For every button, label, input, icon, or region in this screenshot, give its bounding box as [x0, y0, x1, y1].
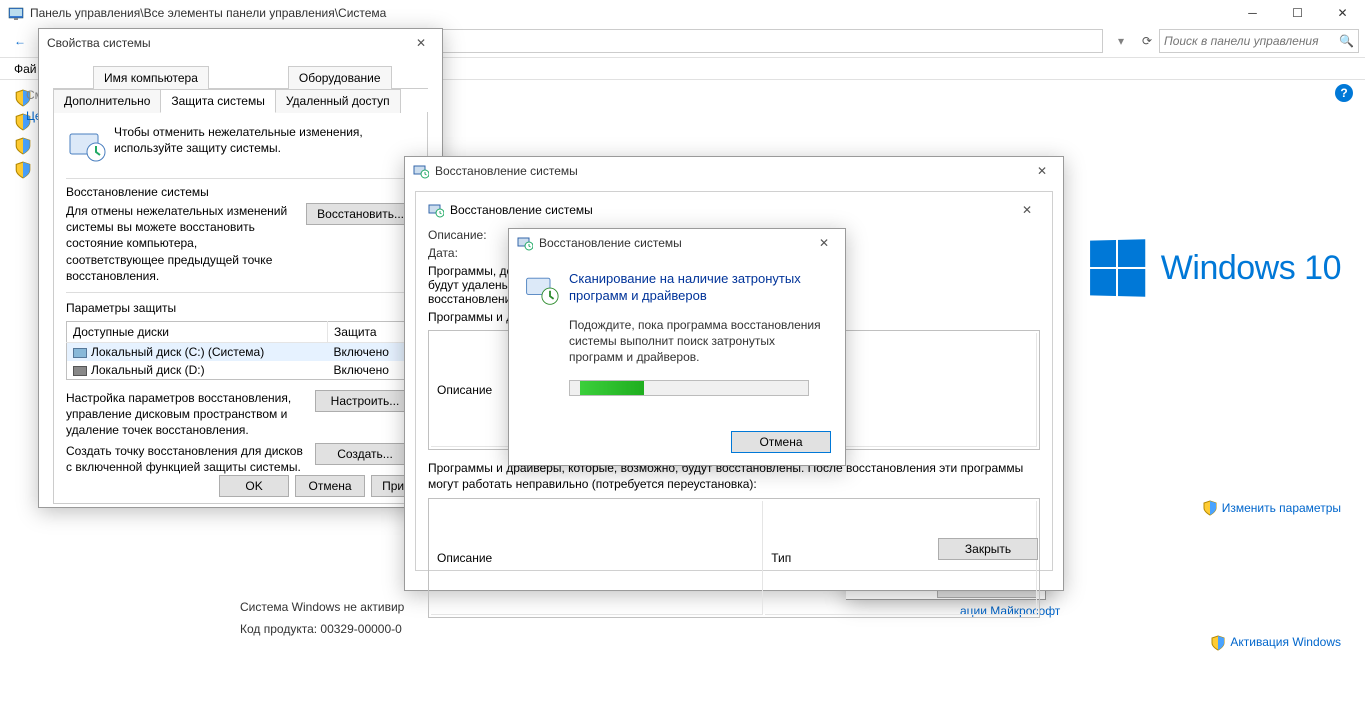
- product-id-text: Код продукта: 00329-00000-0: [240, 622, 404, 636]
- maximize-button[interactable]: ☐: [1275, 0, 1320, 25]
- window-title: Панель управления\Все элементы панели уп…: [30, 6, 1357, 20]
- windows10-logo: Windows 10: [1089, 240, 1341, 296]
- restore-desc: Для отмены нежелательных изменений систе…: [66, 203, 306, 284]
- disks-table[interactable]: Доступные диски Защита Локальный диск (C…: [66, 321, 415, 380]
- dialog-title: Восстановление системы: [435, 164, 1029, 178]
- dialog-buttons: OK Отмена Приме: [219, 475, 430, 497]
- cancel-button[interactable]: Отмена: [731, 431, 831, 453]
- shield-icon: [1202, 500, 1218, 516]
- disk-row[interactable]: Локальный диск (D:) Включено: [67, 361, 415, 380]
- close-icon[interactable]: ✕: [1029, 161, 1055, 181]
- close-button[interactable]: Закрыть: [938, 538, 1038, 560]
- tabs-row2: Дополнительно Защита системы Удаленный д…: [53, 88, 428, 112]
- col-disks[interactable]: Доступные диски: [67, 321, 328, 342]
- scanning-dialog: Восстановление системы ✕ Сканирование на…: [508, 228, 846, 466]
- window-controls: ─ ☐ ✕: [1230, 0, 1365, 25]
- titlebar: Панель управления\Все элементы панели уп…: [0, 0, 1365, 25]
- shield-icon: [14, 137, 32, 155]
- col-description[interactable]: Описание: [431, 501, 763, 615]
- tab-system-protection[interactable]: Защита системы: [160, 89, 275, 113]
- close-button[interactable]: ✕: [1320, 0, 1365, 25]
- minimize-button[interactable]: ─: [1230, 0, 1275, 25]
- activation-link-row: Активация Windows: [1210, 635, 1341, 654]
- back-button[interactable]: ←: [6, 27, 34, 55]
- refresh-button[interactable]: ⟳: [1135, 29, 1159, 53]
- tab-body: Чтобы отменить нежелательные изменения, …: [53, 112, 428, 504]
- scan-heading: Сканирование на наличие затронутых прогр…: [569, 271, 831, 305]
- configure-button[interactable]: Настроить...: [315, 390, 415, 412]
- close-icon[interactable]: ✕: [408, 33, 434, 53]
- restore-button[interactable]: Восстановить...: [306, 203, 415, 225]
- activation-area: Система Windows не активир Код продукта:…: [240, 600, 404, 644]
- dialog-titlebar[interactable]: Свойства системы ✕: [39, 29, 442, 57]
- create-desc: Создать точку восстановления для дисков …: [66, 443, 315, 475]
- help-icon[interactable]: ?: [1335, 84, 1353, 102]
- hint-text: Чтобы отменить нежелательные изменения, …: [114, 124, 415, 156]
- search-input[interactable]: [1164, 34, 1339, 48]
- disk-status: Включено: [328, 361, 415, 380]
- scan-description: Подождите, пока программа восстановления…: [569, 317, 831, 366]
- search-box[interactable]: 🔍: [1159, 29, 1359, 53]
- search-icon: 🔍: [1339, 34, 1354, 48]
- not-activated-text: Система Windows не активир: [240, 600, 404, 614]
- ok-button[interactable]: OK: [219, 475, 289, 497]
- dialog-title: Свойства системы: [47, 36, 408, 50]
- dialog-title: Восстановление системы: [539, 236, 811, 250]
- control-panel-icon: [8, 5, 24, 21]
- disk-row[interactable]: Локальный диск (C:) (Система) Включено: [67, 342, 415, 361]
- col-protection[interactable]: Защита: [328, 321, 415, 342]
- disk-name: Локальный диск (C:) (Система): [91, 345, 264, 359]
- tab-remote-access[interactable]: Удаленный доступ: [275, 89, 401, 113]
- protection-params-header: Параметры защиты: [66, 301, 415, 315]
- dialog-titlebar[interactable]: Восстановление системы ✕: [509, 229, 845, 257]
- close-icon[interactable]: ✕: [1014, 200, 1040, 220]
- inner-title-row: Восстановление системы ✕: [428, 200, 1040, 220]
- close-icon[interactable]: ✕: [811, 233, 837, 253]
- shield-icon: [14, 161, 32, 179]
- right-links: Изменить параметры: [1202, 500, 1341, 522]
- restore-section-header: Восстановление системы: [66, 185, 415, 199]
- addr-dropdown-button[interactable]: ▾: [1107, 27, 1135, 55]
- restore-icon: [413, 163, 429, 179]
- change-settings-label: Изменить параметры: [1222, 501, 1341, 515]
- configure-desc: Настройка параметров восстановления, упр…: [66, 390, 315, 439]
- desc-label: Описание:: [428, 228, 487, 242]
- tab-additional[interactable]: Дополнительно: [53, 89, 161, 113]
- tab-hardware[interactable]: Оборудование: [288, 66, 392, 89]
- change-settings-link[interactable]: Изменить параметры: [1202, 500, 1341, 516]
- tab-computer-name[interactable]: Имя компьютера: [93, 66, 209, 89]
- create-button[interactable]: Создать...: [315, 443, 415, 465]
- activate-windows-link[interactable]: Активация Windows: [1210, 635, 1341, 651]
- progress-fill: [580, 381, 644, 395]
- activate-windows-label: Активация Windows: [1230, 635, 1341, 651]
- shield-icon: [1210, 635, 1226, 651]
- cancel-button[interactable]: Отмена: [295, 475, 365, 497]
- system-properties-dialog: Свойства системы ✕ Имя компьютера Оборуд…: [38, 28, 443, 508]
- scan-heading-row: Сканирование на наличие затронутых прогр…: [523, 271, 831, 307]
- disk-icon: [73, 348, 87, 358]
- restore-icon: [517, 235, 533, 251]
- windows10-text: Windows 10: [1161, 249, 1341, 288]
- disk-status: Включено: [328, 342, 415, 361]
- dialog-titlebar[interactable]: Восстановление системы ✕: [405, 157, 1063, 185]
- tabs-row1: Имя компьютера Оборудование: [53, 65, 428, 89]
- system-restore-icon: [523, 271, 559, 307]
- inner-title: Восстановление системы: [450, 203, 593, 217]
- restore-icon: [428, 202, 444, 218]
- disk-icon: [73, 366, 87, 376]
- system-protection-icon: [66, 124, 106, 164]
- date-label: Дата:: [428, 246, 458, 260]
- disk-name: Локальный диск (D:): [91, 363, 205, 377]
- windows-logo-icon: [1090, 239, 1145, 296]
- progress-bar: [569, 380, 809, 396]
- hint-row: Чтобы отменить нежелательные изменения, …: [66, 124, 415, 164]
